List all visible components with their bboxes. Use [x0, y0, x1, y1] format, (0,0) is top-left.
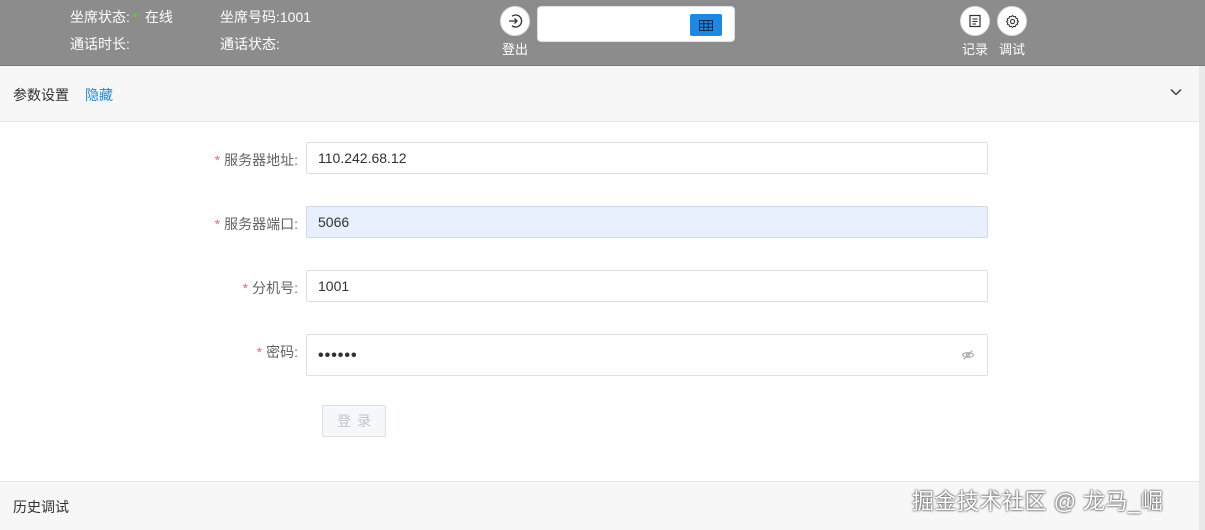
logout-label[interactable]: 登出: [500, 39, 530, 58]
eye-off-icon[interactable]: [961, 348, 975, 362]
extension-label: * 分机号:: [242, 280, 298, 296]
seat-number: 坐席号码:1001: [220, 9, 312, 25]
server-address-input[interactable]: 110.242.68.12: [306, 142, 988, 174]
grid-icon: [699, 19, 713, 31]
seat-status-label: 坐席状态:: [70, 9, 130, 25]
required-mark: *: [256, 344, 263, 360]
chevron-down-icon[interactable]: [1170, 88, 1182, 96]
center-input[interactable]: [537, 6, 735, 42]
server-port-label: * 服务器端口:: [214, 216, 298, 232]
required-mark: *: [214, 152, 221, 168]
seat-status: 坐席状态: 在线: [70, 8, 173, 26]
list-icon: [969, 14, 981, 28]
history-title: 历史调试: [13, 499, 69, 515]
scrollbar-track[interactable]: [1199, 66, 1205, 530]
record-label[interactable]: 记录: [960, 39, 990, 58]
password-label: * 密码:: [256, 344, 298, 360]
required-mark: *: [214, 216, 221, 232]
hide-link[interactable]: 隐藏: [85, 85, 113, 105]
watermark: 掘金技术社区 @ 龙马_崛: [912, 489, 1164, 514]
login-button[interactable]: 登录: [322, 405, 386, 437]
logout-button[interactable]: [500, 6, 530, 36]
debug-label[interactable]: 调试: [997, 39, 1027, 58]
password-value: ••••••: [318, 347, 358, 364]
debug-button[interactable]: [997, 6, 1027, 36]
record-button[interactable]: [960, 6, 990, 36]
params-collapse-header[interactable]: 参数设置 隐藏: [0, 66, 1199, 122]
server-address-label: * 服务器地址:: [214, 152, 298, 168]
call-duration: 通话时长:: [70, 36, 130, 52]
logout-icon: [509, 14, 523, 28]
grid-button[interactable]: [690, 14, 722, 36]
top-toolbar: 坐席状态: 在线 坐席号码:1001 通话时长: 通话状态: 登出 记录 调试: [0, 0, 1205, 66]
gear-icon: [1005, 14, 1019, 28]
seat-status-value: 在线: [144, 9, 173, 25]
call-status: 通话状态:: [220, 36, 280, 52]
params-title: 参数设置: [13, 87, 69, 103]
server-port-input[interactable]: 5066: [306, 206, 988, 238]
password-input[interactable]: ••••••: [306, 334, 988, 376]
status-dot-icon: [132, 13, 137, 18]
required-mark: *: [242, 280, 249, 296]
extension-input[interactable]: 1001: [306, 270, 988, 302]
